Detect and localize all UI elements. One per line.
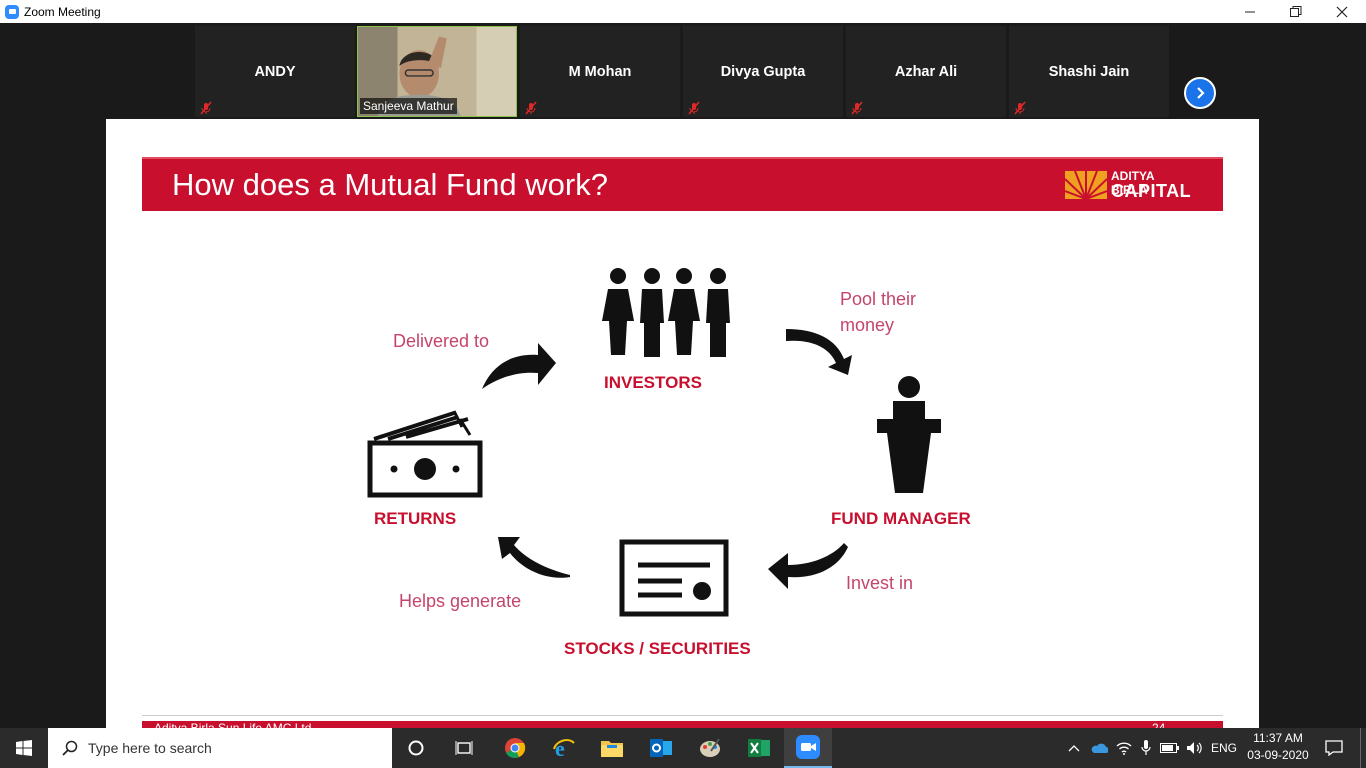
label-investors: INVESTORS: [604, 373, 702, 392]
task-view-button[interactable]: [440, 728, 488, 768]
notification-icon: [1325, 740, 1343, 756]
participant-tile-andy[interactable]: ANDY: [195, 26, 355, 117]
speaker-icon: [1187, 742, 1202, 754]
onedrive-cloud-icon: [1091, 743, 1108, 753]
file-explorer-app[interactable]: [588, 728, 636, 768]
excel-icon: [748, 739, 770, 757]
arrow-delivered-icon: [482, 343, 556, 389]
participant-tile-m-mohan[interactable]: M Mohan: [520, 26, 680, 117]
window-title: Zoom Meeting: [24, 4, 101, 19]
folder-icon: [601, 741, 623, 757]
windows-taskbar: Type here to search e ENG 11:37 AM 03-09…: [0, 728, 1366, 768]
search-icon: [62, 740, 78, 756]
taskbar-search-box[interactable]: Type here to search: [48, 728, 392, 768]
minimize-icon: [1244, 11, 1255, 13]
cortana-button[interactable]: [392, 728, 440, 768]
footer-rule: [142, 715, 1223, 716]
next-participants-button[interactable]: [1184, 77, 1216, 109]
shared-slide: How does a Mutual Fund work? ADITYA BIRL…: [106, 119, 1259, 728]
battery-tray[interactable]: [1158, 728, 1182, 768]
cortana-icon: [408, 740, 424, 756]
close-icon: [1336, 6, 1348, 17]
start-button[interactable]: [0, 728, 48, 768]
network-tray[interactable]: [1114, 728, 1134, 768]
muted-mic-icon: [688, 101, 700, 115]
outlook-icon: [650, 739, 672, 757]
label-stocks-securities: STOCKS / SECURITIES: [564, 639, 751, 658]
fund-manager-icon: [877, 376, 941, 493]
restore-button[interactable]: [1273, 0, 1319, 23]
investors-icon: [602, 268, 730, 357]
participant-name: Divya Gupta: [720, 63, 806, 80]
internet-explorer-icon: e: [553, 737, 575, 759]
action-center-button[interactable]: [1320, 728, 1348, 768]
chevron-right-icon: [1197, 87, 1205, 99]
excel-app[interactable]: [735, 728, 783, 768]
participant-strip: ANDY Sanjeeva Mathur M Mohan Divya Gupta…: [0, 23, 1366, 119]
clock-date: 03-09-2020: [1247, 748, 1309, 762]
arrow-invest-icon: [768, 543, 848, 589]
note-helps-generate: Helps generate: [399, 591, 522, 611]
clock-time: 11:37 AM: [1253, 731, 1303, 745]
label-returns: RETURNS: [374, 509, 457, 528]
participant-tile-azhar-ali[interactable]: Azhar Ali: [846, 26, 1006, 117]
cash-icon: [367, 410, 483, 498]
battery-icon: [1160, 743, 1179, 753]
label-fund-manager: FUND MANAGER: [831, 509, 971, 528]
zoom-icon: [796, 735, 820, 759]
slide-page-number: 24: [1152, 721, 1166, 728]
participant-name: M Mohan: [568, 63, 632, 80]
volume-tray[interactable]: [1184, 728, 1206, 768]
participant-name: Shashi Jain: [1048, 63, 1130, 80]
task-view-icon: [455, 741, 473, 755]
muted-mic-icon: [851, 101, 863, 115]
note-delivered-to: Delivered to: [393, 331, 490, 351]
chevron-up-icon: [1068, 745, 1080, 752]
minimize-button[interactable]: [1227, 0, 1273, 23]
outlook-app[interactable]: [637, 728, 685, 768]
note-invest-in: Invest in: [846, 573, 914, 593]
close-button[interactable]: [1319, 0, 1365, 23]
participant-video-label: Sanjeeva Mathur: [360, 98, 457, 114]
window-titlebar: Zoom Meeting: [0, 0, 1366, 23]
certificate-icon: [619, 539, 729, 617]
participant-name: ANDY: [254, 63, 296, 80]
muted-mic-icon: [525, 101, 537, 115]
taskbar-clock[interactable]: 11:37 AM 03-09-2020: [1240, 730, 1316, 764]
mutual-fund-cycle-diagram: [367, 268, 941, 617]
onedrive-tray[interactable]: [1088, 728, 1110, 768]
microphone-tray[interactable]: [1137, 728, 1155, 768]
show-hidden-icons-button[interactable]: [1064, 728, 1084, 768]
note-pool-money: Pool their money: [840, 289, 917, 335]
arrow-helps-icon: [498, 537, 570, 578]
footer-company: Aditya Birla Sun Life AMC Ltd.: [154, 721, 315, 728]
participant-tile-shashi-jain[interactable]: Shashi Jain: [1009, 26, 1169, 117]
muted-mic-icon: [200, 101, 212, 115]
zoom-app[interactable]: [784, 728, 832, 768]
microphone-icon: [1141, 740, 1151, 755]
zoom-app-icon: [5, 4, 19, 19]
palette-icon: [700, 738, 720, 757]
paint-app[interactable]: [686, 728, 734, 768]
wifi-icon: [1116, 742, 1132, 755]
windows-logo-icon: [16, 740, 32, 756]
chrome-icon: [505, 738, 526, 758]
participant-tile-divya-gupta[interactable]: Divya Gupta: [683, 26, 843, 117]
language-indicator[interactable]: ENG: [1208, 728, 1240, 768]
show-desktop-button[interactable]: [1360, 728, 1366, 768]
muted-mic-icon: [1014, 101, 1026, 115]
chrome-app[interactable]: [491, 728, 539, 768]
search-placeholder: Type here to search: [88, 740, 212, 756]
edge-app[interactable]: e: [540, 728, 588, 768]
restore-icon: [1290, 5, 1302, 17]
participant-tile-video[interactable]: Sanjeeva Mathur: [357, 26, 517, 117]
participant-name: Azhar Ali: [894, 63, 958, 80]
